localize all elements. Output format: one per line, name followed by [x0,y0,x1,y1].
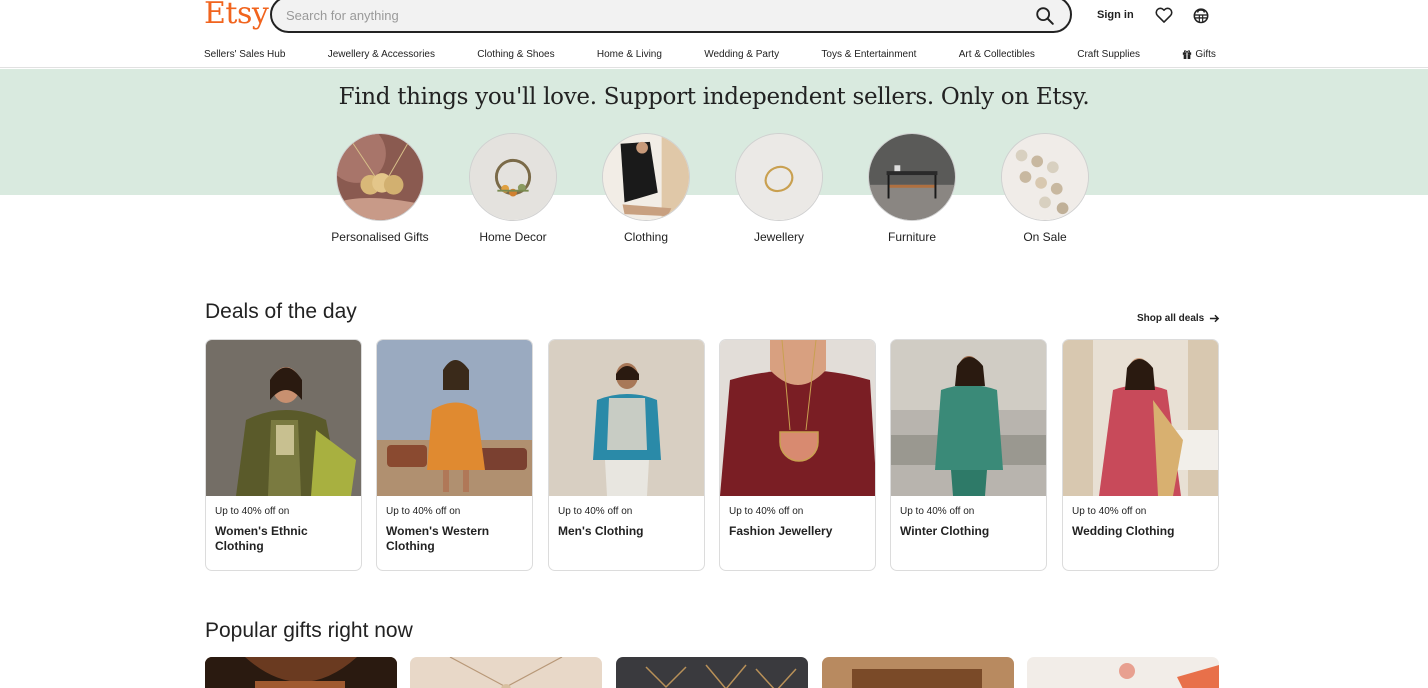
deals-title: Deals of the day [205,300,357,323]
deal-offer: Up to 40% off on [558,506,633,517]
category-label: Home Decor [479,230,547,244]
sign-in-button[interactable]: Sign in [1097,9,1134,21]
deal-offer: Up to 40% off on [215,506,290,517]
nav-item-home-living[interactable]: Home & Living [597,49,662,60]
category-image [735,133,823,221]
heart-icon[interactable] [1154,5,1174,25]
category-image [602,133,690,221]
category-image [1001,133,1089,221]
deal-card-womens-western[interactable]: Up to 40% off on Women's Western Clothin… [376,339,533,571]
arrow-right-icon [1210,314,1220,323]
deal-name: Women's Western Clothing [386,524,490,553]
basket-icon[interactable] [1191,5,1211,25]
gift-card[interactable] [1027,657,1219,688]
category-image [868,133,956,221]
deal-offer: Up to 40% off on [1072,506,1147,517]
gift-card[interactable] [616,657,808,688]
deal-name: Men's Clothing [558,524,644,538]
deal-card-winter-clothing[interactable]: Up to 40% off on Winter Clothing [890,339,1047,571]
deal-name: Women's Ethnic Clothing [215,524,308,553]
nav-item-gifts-label: Gifts [1195,48,1216,60]
nav-item-toys-entertainment[interactable]: Toys & Entertainment [821,49,916,60]
nav-item-sellers-sales-hub[interactable]: Sellers' Sales Hub [204,49,285,60]
deal-offer: Up to 40% off on [729,506,804,517]
nav-item-gifts[interactable]: Gifts [1182,49,1216,60]
deal-image [549,340,704,496]
category-personalised-gifts[interactable]: Personalised Gifts [330,133,430,245]
deal-image [377,340,532,496]
category-clothing[interactable]: Clothing [596,133,696,245]
gift-card[interactable] [410,657,602,688]
search-icon[interactable] [1034,5,1056,27]
site-header: Etsy Sign in Sellers' Sales Hub Jeweller… [0,0,1428,68]
category-image [336,133,424,221]
category-jewellery[interactable]: Jewellery [729,133,829,245]
gift-image [410,657,602,688]
deal-image [206,340,361,496]
gift-icon [1183,50,1192,59]
gift-image [822,657,1014,688]
nav-item-craft-supplies[interactable]: Craft Supplies [1077,49,1140,60]
deal-offer: Up to 40% off on [386,506,461,517]
deal-card-wedding-clothing[interactable]: Up to 40% off on Wedding Clothing [1062,339,1219,571]
nav-item-art-collectibles[interactable]: Art & Collectibles [959,49,1035,60]
deal-card-womens-ethnic[interactable]: Up to 40% off on Women's Ethnic Clothing [205,339,362,571]
gift-image [205,657,397,688]
category-furniture[interactable]: Furniture [862,133,962,245]
category-label: On Sale [1023,230,1067,244]
shop-all-deals-link[interactable]: Shop all deals [1137,313,1220,324]
deal-name: Winter Clothing [900,524,990,538]
deal-name: Fashion Jewellery [729,524,833,538]
category-on-sale[interactable]: On Sale [995,133,1095,245]
category-label: Furniture [887,230,937,244]
nav-item-clothing-shoes[interactable]: Clothing & Shoes [477,49,554,60]
gift-image [616,657,808,688]
gift-image [1027,657,1219,688]
category-label: Personalised Gifts [331,230,429,244]
search-bar [270,0,1072,33]
deal-card-fashion-jewellery[interactable]: Up to 40% off on Fashion Jewellery [719,339,876,571]
category-nav: Sellers' Sales Hub Jewellery & Accessori… [204,46,1216,62]
deal-image [1063,340,1218,496]
hero-title: Find things you'll love. Support indepen… [338,84,1090,110]
deal-card-mens-clothing[interactable]: Up to 40% off on Men's Clothing [548,339,705,571]
category-image [469,133,557,221]
gift-card[interactable] [822,657,1014,688]
category-home-decor[interactable]: Home Decor [463,133,563,245]
search-input[interactable] [286,4,1006,26]
nav-item-jewellery-accessories[interactable]: Jewellery & Accessories [328,49,435,60]
deal-offer: Up to 40% off on [900,506,975,517]
category-label: Jewellery [753,230,804,244]
shop-all-deals-label: Shop all deals [1137,313,1205,324]
deal-name: Wedding Clothing [1072,524,1175,538]
etsy-logo[interactable]: Etsy [204,0,269,31]
category-label: Clothing [623,230,669,244]
deal-image [720,340,875,496]
deal-image [891,340,1046,496]
nav-item-wedding-party[interactable]: Wedding & Party [704,49,779,60]
popular-gifts-title: Popular gifts right now [205,619,413,642]
gift-card[interactable] [205,657,397,688]
